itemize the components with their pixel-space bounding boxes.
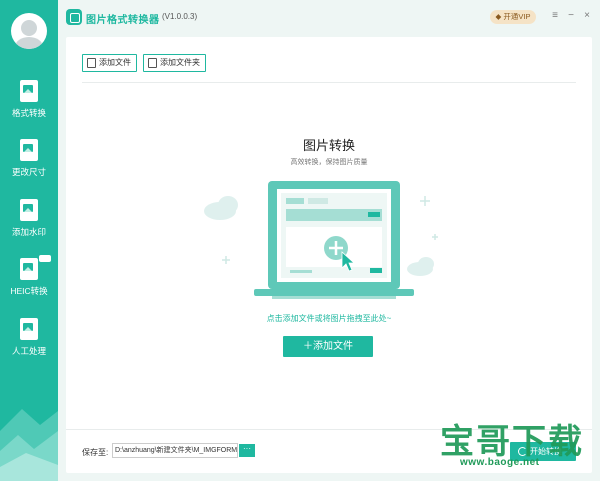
main-panel: 添加文件 添加文件夹 图片转换 高效转换，保持图片质量 点击添加文件或将图片拖拽…: [66, 37, 592, 473]
heic-icon: [20, 258, 38, 280]
watermark-text: 宝哥下载: [440, 422, 584, 462]
drag-drop-hint[interactable]: 点击添加文件或将图片拖拽至此处~: [66, 313, 592, 324]
diamond-icon: ◆: [495, 12, 502, 21]
page-title: 图片转换: [302, 138, 355, 153]
watermark: 宝哥下载 www.baoge.net: [440, 414, 600, 481]
sidebar-item-label: 格式转换: [11, 108, 46, 118]
menu-icon[interactable]: ≡: [548, 9, 562, 23]
sidebar-item-label: 更改尺寸: [11, 167, 46, 177]
sidebar-item-heic[interactable]: HEIC转换: [0, 255, 58, 310]
sidebar-item-manual[interactable]: 人工处理: [0, 318, 58, 370]
add-folder-button[interactable]: 添加文件夹: [143, 54, 206, 72]
add-file-button[interactable]: 添加文件: [82, 54, 137, 72]
image-convert-icon: [20, 80, 38, 102]
app-logo-icon: [66, 9, 82, 25]
avatar-head: [21, 20, 37, 36]
file-icon: [87, 58, 96, 68]
save-path-input[interactable]: D:\anzhuang\新建文件夹\M_IMGFORM: [112, 443, 238, 458]
sidebar-item-resize[interactable]: 更改尺寸: [0, 139, 58, 191]
browse-button[interactable]: ···: [239, 444, 255, 457]
vip-button-label: 开通VIP: [503, 12, 531, 21]
manual-processing-icon: [20, 318, 38, 340]
watermark-url: www.baoge.net: [460, 457, 540, 468]
avatar-body: [15, 37, 43, 49]
sidebar-item-watermark[interactable]: 添加水印: [0, 199, 58, 251]
add-folder-label: 添加文件夹: [160, 58, 200, 67]
image-resize-icon: [20, 139, 38, 161]
app-title: 图片格式转换器: [86, 15, 160, 26]
minimize-icon[interactable]: −: [564, 9, 578, 23]
vip-button[interactable]: ◆ 开通VIP: [490, 10, 536, 24]
user-avatar[interactable]: [11, 13, 47, 49]
sidebar-item-label: 人工处理: [11, 346, 46, 356]
sidebar-item-label: HEIC转换: [10, 286, 48, 296]
add-file-main-button[interactable]: ＋添加文件: [283, 336, 373, 357]
sidebar: 格式转换 更改尺寸 添加水印 HEIC转换 人工处理: [0, 0, 58, 481]
close-icon[interactable]: ×: [580, 9, 594, 23]
laptop-illustration[interactable]: [202, 171, 462, 307]
app-version: (V1.0.0.3): [162, 12, 198, 21]
folder-icon: [148, 58, 157, 68]
toolbar-divider: [82, 82, 576, 83]
page-subtitle: 高效转换，保持图片质量: [290, 159, 368, 166]
sidebar-item-format-convert[interactable]: 格式转换: [0, 80, 58, 132]
sidebar-item-label: 添加水印: [11, 227, 46, 237]
mountain-decoration-icon: [0, 409, 58, 481]
save-to-label: 保存至:: [82, 448, 109, 457]
watermark-icon: [20, 199, 38, 221]
title-bar: 图片格式转换器 (V1.0.0.3) ◆ 开通VIP ≡ − ×: [58, 0, 600, 34]
new-badge-icon: [39, 255, 51, 262]
add-file-label: 添加文件: [99, 58, 131, 67]
